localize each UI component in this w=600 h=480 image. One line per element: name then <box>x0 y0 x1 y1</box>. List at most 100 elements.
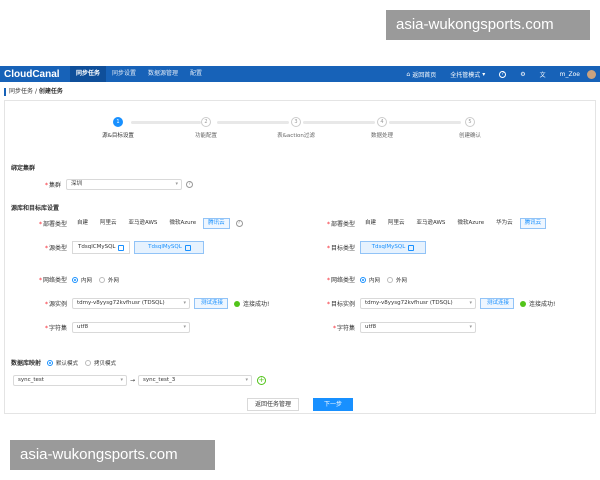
target-instance-label: *目标实例 <box>326 301 355 308</box>
help-icon[interactable]: ? <box>186 181 194 188</box>
target-deploy-huawei[interactable]: 华为云 <box>491 218 518 229</box>
avatar[interactable] <box>587 69 596 79</box>
source-deploy-label: *部署类型 <box>38 221 67 228</box>
settings-button[interactable]: ⚙ <box>513 71 532 78</box>
target-charset-label: *字符集 <box>332 325 355 332</box>
source-dbtype-row: *源类型 TdsqlCMySQL TdsqlMySQL <box>35 241 208 254</box>
database-icon <box>408 244 415 251</box>
step-number: 5 <box>465 117 475 127</box>
chevron-down-icon: ▾ <box>183 300 186 306</box>
source-deploy-aliyun[interactable]: 阿里云 <box>95 218 122 229</box>
target-deploy-aliyun[interactable]: 阿里云 <box>383 218 410 229</box>
step-3: 3 表&action过滤 <box>256 117 336 139</box>
tab-sync-tasks[interactable]: 同步任务 <box>70 66 107 82</box>
chevron-down-icon: ▾ <box>183 324 186 330</box>
source-test-connection-button[interactable]: 测试连接 <box>194 298 228 309</box>
database-icon <box>184 244 191 251</box>
mapping-db-row: sync_test ▾ → sync_test_3 ▾ + <box>13 375 267 386</box>
target-network-label: *网络类型 <box>326 277 355 284</box>
check-circle-icon <box>234 300 240 307</box>
source-deploy-row: *部署类型 自建 阿里云 亚马逊AWS 微软Azure 腾讯云 ? <box>35 218 243 229</box>
source-db-tdsql[interactable]: TdsqlMySQL <box>134 241 205 254</box>
source-db-tdsqlc[interactable]: TdsqlCMySQL <box>72 241 131 254</box>
cluster-value: 深圳 <box>71 181 83 187</box>
arrow-right-icon: → <box>130 377 136 384</box>
target-deploy-aws[interactable]: 亚马逊AWS <box>412 218 451 229</box>
next-step-button[interactable]: 下一步 <box>313 398 354 411</box>
target-deploy-label: *部署类型 <box>326 221 355 228</box>
source-instance-value: tdmy-v8yysg72kvfhusr (TDSQL) <box>77 300 165 306</box>
radio-icon <box>47 359 54 366</box>
cluster-label: *集群 <box>45 182 62 189</box>
target-charset-value: utf8 <box>365 324 377 330</box>
target-instance-value: tdmy-v8yysg72kvfhusr (TDSQL) <box>365 300 453 306</box>
target-network-intranet[interactable]: 内网 <box>360 276 380 284</box>
radio-icon <box>85 359 92 366</box>
target-network-public[interactable]: 外网 <box>387 276 407 284</box>
target-deploy-azure[interactable]: 微软Azure <box>452 218 489 229</box>
source-deploy-self[interactable]: 自建 <box>72 218 93 229</box>
cluster-row: *集群 深圳 ▾ ? <box>45 179 194 190</box>
help-icon[interactable]: ? <box>235 220 243 227</box>
target-instance-select[interactable]: tdmy-v8yysg72kvfhusr (TDSQL) ▾ <box>360 298 476 309</box>
source-dbtype-label: *源类型 <box>44 245 67 252</box>
chevron-down-icon: ▾ <box>175 181 179 187</box>
breadcrumb-current: 创建任务 <box>38 88 63 95</box>
source-charset-row: *字符集 utf8 ▾ <box>35 322 190 333</box>
radio-icon <box>99 276 106 283</box>
mapping-source-db: sync_test <box>18 377 44 383</box>
target-db-tdsql[interactable]: TdsqlMySQL <box>360 241 426 254</box>
mapping-mode-row: 数据库映射 默认模式 拷贝模式 <box>11 358 123 367</box>
watermark-top: asia-wukongsports.com <box>386 10 590 40</box>
source-network-public[interactable]: 外网 <box>99 276 119 284</box>
gear-icon: ⚙ <box>520 70 526 78</box>
step-label: 源&目标设置 <box>102 133 134 139</box>
source-instance-select[interactable]: tdmy-v8yysg72kvfhusr (TDSQL) ▾ <box>72 298 190 309</box>
mapping-source-db-select[interactable]: sync_test ▾ <box>13 375 127 386</box>
source-instance-row: *源实例 tdmy-v8yysg72kvfhusr (TDSQL) ▾ 测试连接… <box>35 298 269 309</box>
back-to-tasks-button[interactable]: 返回任务管理 <box>246 398 299 411</box>
step-progress: 1 源&目标设置 2 功能配置 3 表&action过滤 4 数据处理 5 创建… <box>5 117 597 147</box>
target-charset-select[interactable]: utf8 ▾ <box>360 322 476 333</box>
target-dbtype-label: *目标类型 <box>326 245 355 252</box>
source-network-label: *网络类型 <box>38 277 67 284</box>
check-circle-icon <box>520 300 526 307</box>
help-button[interactable]: ? <box>492 70 513 78</box>
source-deploy-aws[interactable]: 亚马逊AWS <box>124 218 163 229</box>
source-charset-select[interactable]: utf8 ▾ <box>72 322 190 333</box>
radio-icon <box>72 276 78 283</box>
target-dbtype-row: *目标类型 TdsqlMySQL <box>323 241 430 254</box>
watermark-bottom: asia-wukongsports.com <box>10 440 215 470</box>
target-deploy-self[interactable]: 自建 <box>360 218 381 229</box>
target-charset-row: *字符集 utf8 ▾ <box>323 322 476 333</box>
source-instance-label: *源实例 <box>44 301 67 308</box>
home-link[interactable]: ⌂ 返回首页 <box>399 70 443 79</box>
source-deploy-tencent[interactable]: 腾讯云 <box>203 218 230 229</box>
username: m_Zoe <box>559 70 580 78</box>
tab-sync-settings[interactable]: 同步设置 <box>106 66 142 82</box>
source-deploy-azure[interactable]: 微软Azure <box>164 218 201 229</box>
mapping-target-db-select[interactable]: sync_test_3 ▾ <box>138 375 253 386</box>
target-deploy-tencent[interactable]: 腾讯云 <box>519 218 547 229</box>
step-label: 表&action过滤 <box>277 133 315 139</box>
tab-config[interactable]: 配置 <box>184 66 208 82</box>
mode-dropdown[interactable]: 全托管模式 ▾ <box>443 70 492 79</box>
home-icon: ⌂ <box>406 70 411 78</box>
mapping-copy[interactable]: 拷贝模式 <box>85 359 116 367</box>
target-instance-row: *目标实例 tdmy-v8yysg72kvfhusr (TDSQL) ▾ 测试连… <box>323 298 555 309</box>
user-menu[interactable]: m_Zoe <box>553 71 587 78</box>
target-test-connection-button[interactable]: 测试连接 <box>480 298 514 309</box>
step-label: 功能配置 <box>194 133 217 139</box>
language-button[interactable]: 文 <box>533 70 553 79</box>
add-icon[interactable]: + <box>257 376 267 385</box>
step-label: 创建确认 <box>458 133 481 139</box>
create-task-panel: 1 源&目标设置 2 功能配置 3 表&action过滤 4 数据处理 5 创建… <box>4 100 596 414</box>
breadcrumb-parent[interactable]: 同步任务 <box>9 88 33 95</box>
source-network-intranet[interactable]: 内网 <box>72 276 92 284</box>
radio-icon <box>387 276 394 283</box>
cluster-select[interactable]: 深圳 ▾ <box>66 179 183 190</box>
chevron-down-icon: ▾ <box>245 377 249 383</box>
tab-datasource[interactable]: 数据源管理 <box>142 66 184 82</box>
translate-icon: 文 <box>539 71 546 79</box>
mapping-default[interactable]: 默认模式 <box>47 359 78 367</box>
